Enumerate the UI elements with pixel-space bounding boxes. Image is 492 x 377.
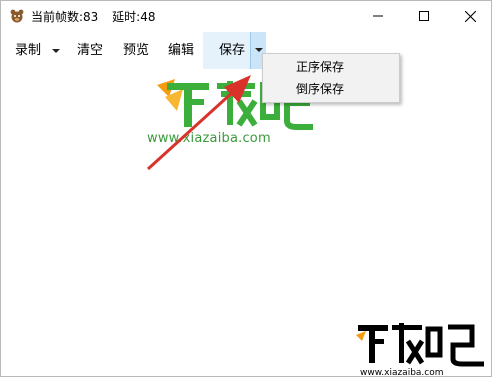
menu-item-save-forward[interactable]: 正序保存 [263, 56, 399, 78]
close-icon [464, 10, 476, 22]
corner-watermark-url: www.xiazaiba.com [360, 368, 444, 377]
maximize-button[interactable] [401, 1, 447, 31]
chevron-down-icon[interactable] [51, 47, 61, 55]
clear-label: 清空 [77, 43, 104, 58]
delay-value: 延时:48 [112, 10, 156, 24]
record-button[interactable]: 录制 [15, 33, 60, 69]
preview-label: 预览 [123, 43, 150, 58]
record-label: 录制 [15, 43, 42, 58]
preview-button[interactable]: 预览 [123, 33, 149, 69]
watermark-corner: www.xiazaiba.com [356, 321, 492, 377]
maximize-icon [419, 11, 429, 21]
edit-button[interactable]: 编辑 [168, 33, 194, 69]
minimize-icon [373, 15, 383, 17]
corner-logo [356, 323, 484, 367]
save-button[interactable]: 保存 [219, 32, 245, 69]
app-icon [10, 9, 24, 23]
window-title: 当前帧数:83 延时:48 [31, 8, 155, 25]
watermark-url: www.xiazaiba.com [147, 131, 271, 146]
close-button[interactable] [447, 1, 492, 31]
clear-button[interactable]: 清空 [77, 33, 103, 69]
title-bar[interactable]: 当前帧数:83 延时:48 [1, 1, 492, 31]
menu-item-save-reverse[interactable]: 倒序保存 [263, 78, 399, 100]
save-split-button[interactable]: 保存 [203, 32, 266, 69]
minimize-button[interactable] [355, 1, 401, 31]
save-dropdown-menu: 正序保存 倒序保存 [262, 53, 400, 103]
frame-count: 当前帧数:83 [31, 10, 99, 24]
app-window: 当前帧数:83 延时:48 录制 清空 预览 编辑 保存 www.xiazaib… [0, 0, 492, 377]
edit-label: 编辑 [168, 43, 195, 58]
